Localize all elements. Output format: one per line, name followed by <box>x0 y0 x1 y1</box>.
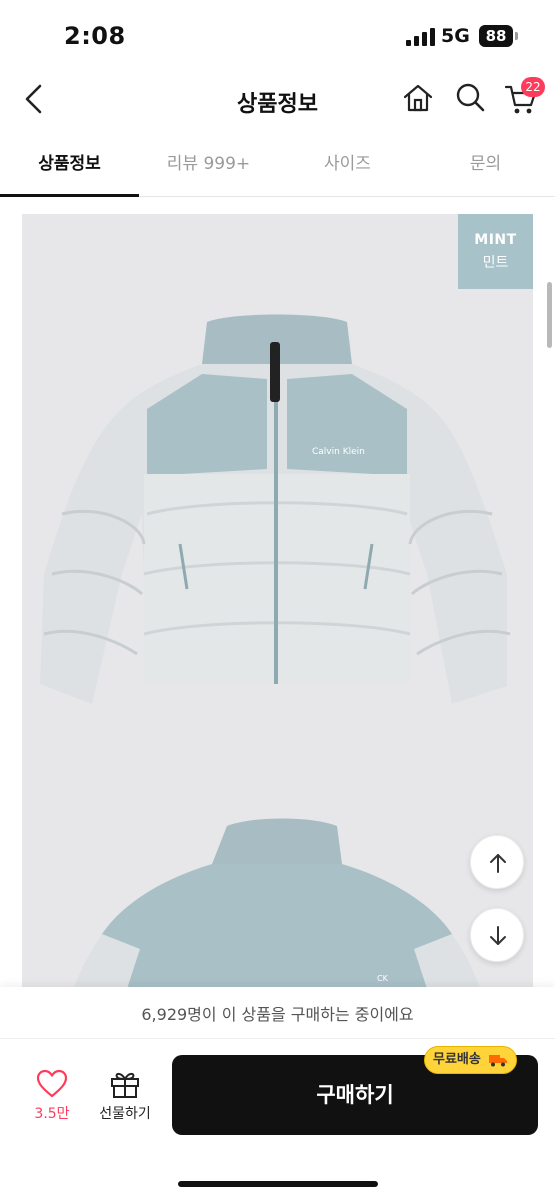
battery-tip <box>515 32 518 40</box>
svg-text:CK: CK <box>377 974 389 983</box>
color-chip: MINT 민트 <box>458 214 533 289</box>
free-shipping-label: 무료배송 <box>433 1052 481 1067</box>
cart-count-badge: 22 <box>521 77 545 97</box>
home-indicator <box>178 1181 378 1187</box>
tab-size[interactable]: 사이즈 <box>278 135 417 197</box>
gift-label: 선물하기 <box>99 1106 151 1122</box>
network-type: 5G <box>441 25 470 47</box>
color-name-en: MINT <box>474 232 517 248</box>
truck-icon <box>489 1054 508 1066</box>
battery-icon: 88 <box>479 25 513 47</box>
tab-inquiry[interactable]: 문의 <box>416 135 555 197</box>
svg-text:Calvin Klein: Calvin Klein <box>312 447 365 457</box>
status-time: 2:08 <box>64 22 126 50</box>
like-button[interactable]: 3.5만 <box>22 1069 82 1129</box>
tab-product-info[interactable]: 상품정보 <box>0 135 139 197</box>
status-bar: 2:08 5G 88 <box>0 0 555 70</box>
jacket-front-image: Calvin Klein CK <box>40 314 511 1004</box>
product-detail-page: 2:08 5G 88 상품정보 22 상품정보 리뷰 999+ 사이즈 문의 C… <box>0 0 555 1200</box>
tab-bar: 상품정보 리뷰 999+ 사이즈 문의 <box>0 135 555 197</box>
heart-icon <box>36 1069 68 1098</box>
signal-icon <box>406 28 435 46</box>
purchase-bar: 6,929명이 이 상품을 구매하는 중이에요 3.5만 선물하기 구매하기 무… <box>0 987 555 1200</box>
like-count: 3.5만 <box>34 1106 70 1122</box>
scrollbar[interactable] <box>547 282 552 348</box>
scroll-up-button[interactable] <box>470 835 524 889</box>
gift-button[interactable]: 선물하기 <box>90 1069 160 1129</box>
free-shipping-badge: 무료배송 <box>424 1046 518 1074</box>
color-name-ko: 민트 <box>482 255 509 271</box>
scroll-down-button[interactable] <box>470 908 524 962</box>
top-nav: 상품정보 22 <box>0 70 555 130</box>
home-icon[interactable] <box>402 82 434 114</box>
product-image[interactable]: Calvin Klein CK MINT 민트 <box>22 214 533 1004</box>
arrow-down-icon <box>490 926 506 945</box>
buyers-notice: 6,929명이 이 상품을 구매하는 중이에요 <box>141 1005 414 1024</box>
tab-reviews[interactable]: 리뷰 999+ <box>139 135 278 197</box>
search-icon[interactable] <box>455 82 485 114</box>
arrow-up-icon <box>490 854 506 873</box>
divider <box>0 1038 555 1039</box>
gift-icon <box>111 1072 139 1098</box>
